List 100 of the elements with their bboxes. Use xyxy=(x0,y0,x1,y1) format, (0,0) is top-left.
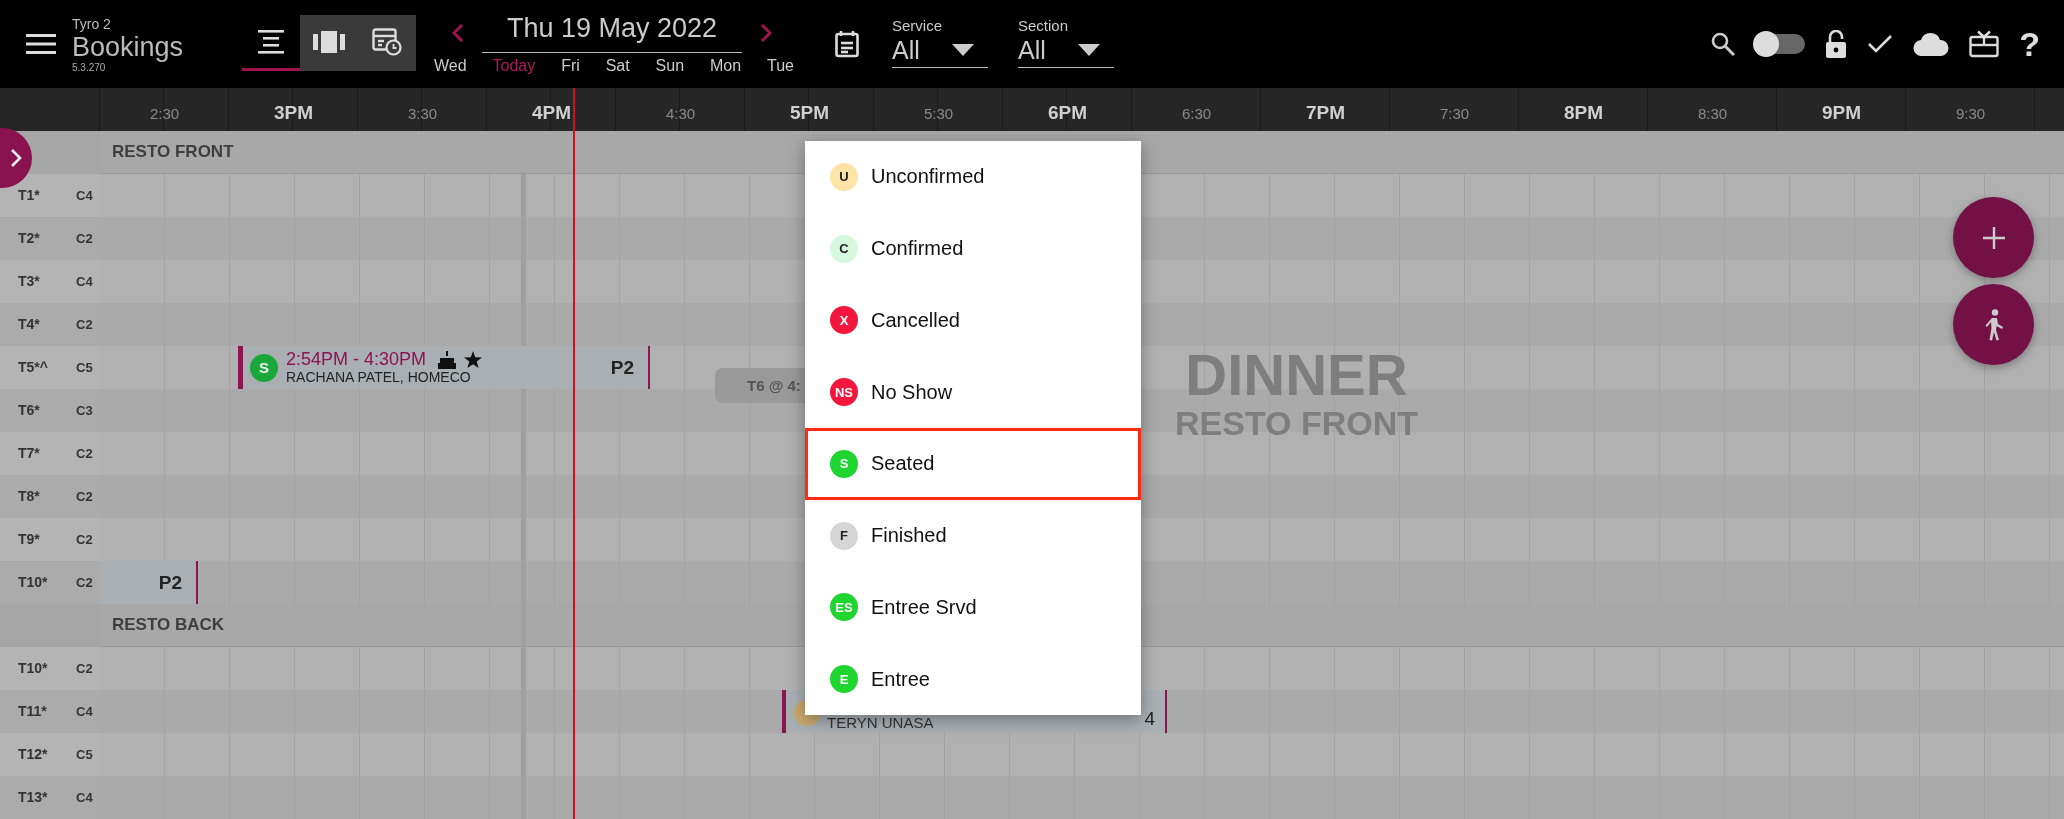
status-badge: F xyxy=(830,521,858,550)
app-name: Tyro 2 xyxy=(72,15,112,32)
booking-time: 2:54PM - 4:30PM xyxy=(286,350,427,369)
plus-icon xyxy=(1982,226,2005,249)
table-capacity: C4 xyxy=(76,274,93,289)
status-badge: S xyxy=(250,353,278,382)
table-name: T9* xyxy=(18,531,40,547)
status-option[interactable]: C Confirmed xyxy=(805,212,1141,285)
time-label: 6:30 xyxy=(1180,105,1213,124)
day-link[interactable]: Fri xyxy=(561,57,580,75)
day-link[interactable]: Sun xyxy=(655,57,685,75)
check-button[interactable] xyxy=(1867,34,1894,54)
version-label: 5.3.270 xyxy=(72,61,106,73)
toggle-switch[interactable] xyxy=(1755,34,1806,54)
status-option[interactable]: X Cancelled xyxy=(805,284,1141,357)
calendar-icon xyxy=(835,30,859,58)
table-capacity: C5 xyxy=(76,360,93,375)
table-capacity: C2 xyxy=(76,231,93,246)
time-label: 7PM xyxy=(1304,102,1347,125)
checkmark-icon xyxy=(1867,34,1894,54)
gift-card-button[interactable] xyxy=(1969,30,2000,58)
gift-card-icon xyxy=(1969,30,2000,58)
table-name: T7* xyxy=(18,445,40,461)
dropdown-arrow-icon xyxy=(952,44,974,56)
status-badge: X xyxy=(830,306,858,335)
table-capacity: C2 xyxy=(76,661,93,676)
filter-label: Service xyxy=(892,16,944,34)
walking-person-icon xyxy=(1983,308,2004,341)
status-option[interactable]: NS No Show xyxy=(805,356,1141,428)
table-capacity: C4 xyxy=(76,790,93,805)
status-option[interactable]: U Unconfirmed xyxy=(805,141,1141,213)
cloud-icon xyxy=(1913,32,1950,56)
chevron-right-icon xyxy=(760,23,772,43)
table-name: T4* xyxy=(18,316,40,332)
status-badge: U xyxy=(830,162,858,191)
search-icon xyxy=(1711,32,1736,56)
section-heading: RESTO FRONT xyxy=(112,142,234,162)
table-name: T10* xyxy=(18,574,48,590)
status-option[interactable]: E Entree xyxy=(805,643,1141,715)
day-link[interactable]: Sat xyxy=(605,57,630,75)
table-capacity: C4 xyxy=(76,704,93,719)
time-label: 9PM xyxy=(1820,102,1863,125)
page-title: Bookings xyxy=(72,31,185,62)
align-lines-icon xyxy=(258,29,284,54)
day-link[interactable]: Mon xyxy=(710,57,742,75)
table-name: T13* xyxy=(18,789,48,805)
day-link[interactable]: Wed xyxy=(434,57,467,75)
status-option[interactable]: F Finished xyxy=(805,499,1141,572)
booking-block[interactable]: P2 xyxy=(100,561,198,604)
guest-name: RACHANA PATEL, HOMECO xyxy=(286,369,472,385)
time-label: 6PM xyxy=(1046,102,1089,125)
cloud-button[interactable] xyxy=(1913,32,1950,56)
status-badge: E xyxy=(830,665,858,694)
table-capacity: C2 xyxy=(76,575,93,590)
status-badge: S xyxy=(830,449,858,478)
previous-day-button[interactable] xyxy=(452,23,464,43)
chevron-left-icon xyxy=(452,23,464,43)
next-day-button[interactable] xyxy=(760,23,772,43)
help-button[interactable]: ? xyxy=(2019,24,2040,64)
lock-button[interactable] xyxy=(1825,30,1848,58)
time-label: 5:30 xyxy=(922,105,955,124)
guest-name: TERYN UNASA xyxy=(827,714,934,731)
table-capacity: C3 xyxy=(76,403,93,418)
table-capacity: C5 xyxy=(76,747,93,762)
view-tab[interactable] xyxy=(300,15,358,71)
filter-dropdown[interactable]: All xyxy=(1018,33,1114,68)
table-name: T12* xyxy=(18,746,48,762)
status-option[interactable]: S Seated xyxy=(805,428,1141,500)
filter-dropdown[interactable]: All xyxy=(892,33,988,68)
menu-icon xyxy=(26,33,56,55)
time-label: 5PM xyxy=(788,102,831,125)
table-name: T5*^ xyxy=(18,359,48,375)
table-name: T3* xyxy=(18,273,40,289)
time-label: 4:30 xyxy=(664,105,697,124)
table-capacity: C2 xyxy=(76,446,93,461)
carousel-icon xyxy=(313,30,345,53)
time-label: 3:30 xyxy=(406,105,439,124)
status-badge: NS xyxy=(830,378,858,407)
view-tab[interactable] xyxy=(358,15,416,71)
time-label: 7:30 xyxy=(1438,105,1471,124)
time-label: 4PM xyxy=(530,102,573,125)
lock-icon xyxy=(1825,30,1848,58)
party-size: 4 xyxy=(1144,708,1155,730)
search-button[interactable] xyxy=(1711,32,1736,56)
status-option[interactable]: ES Entree Srvd xyxy=(805,571,1141,644)
time-label: 3PM xyxy=(272,102,315,125)
table-name: T1* xyxy=(18,187,40,203)
table-capacity: C2 xyxy=(76,317,93,332)
status-badge: ES xyxy=(830,593,858,622)
time-label: 8PM xyxy=(1562,102,1605,125)
day-link[interactable]: Tue xyxy=(767,57,794,75)
party-size: P2 xyxy=(610,356,634,379)
date-title[interactable]: Thu 19 May 2022 xyxy=(482,13,742,53)
chevron-right-icon xyxy=(10,148,22,168)
table-name: T2* xyxy=(18,230,40,246)
table-name: T6* xyxy=(18,402,40,418)
party-size: P2 xyxy=(158,571,182,594)
section-heading: RESTO BACK xyxy=(112,615,225,635)
table-name: T10* xyxy=(18,660,48,676)
table-capacity: C2 xyxy=(76,532,93,547)
